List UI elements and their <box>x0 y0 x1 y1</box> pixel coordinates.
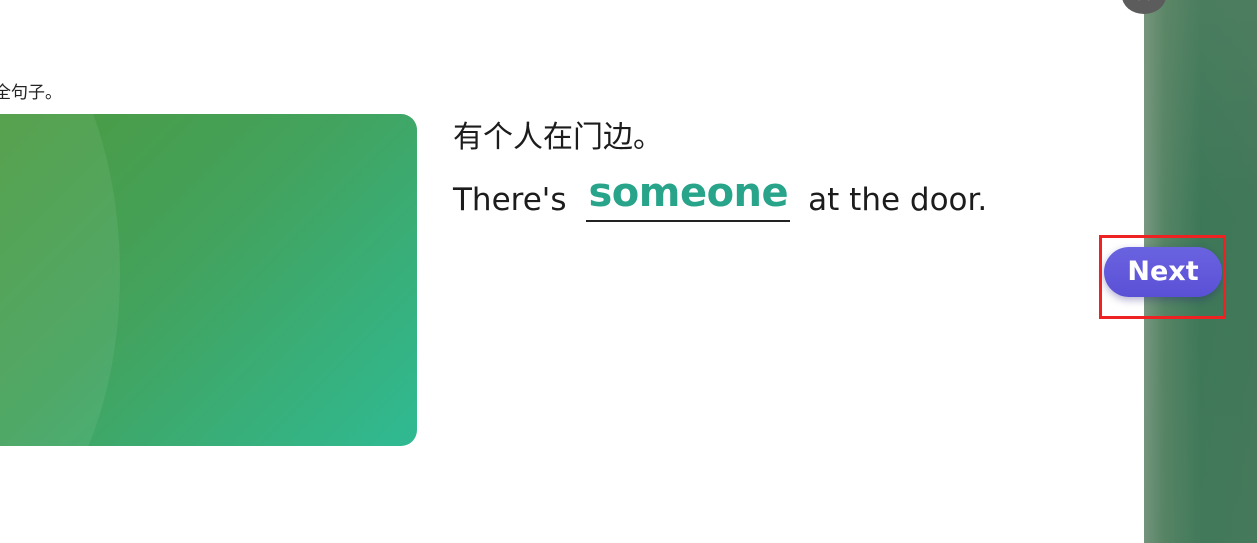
exercise-stage: 全句子。 有个人在门边。 There's someone at the door… <box>0 0 1257 543</box>
answer-blank[interactable]: someone <box>586 170 791 222</box>
next-button[interactable]: Next <box>1104 247 1222 297</box>
answer-word: someone <box>588 170 789 216</box>
chinese-sentence: 有个人在门边。 <box>453 120 663 155</box>
instruction-text: 全句子。 <box>0 83 62 103</box>
english-sentence: There's someone at the door. <box>453 158 987 222</box>
sentence-suffix: at the door. <box>808 182 988 218</box>
illustration-image <box>0 114 417 446</box>
illustration-decoration <box>0 114 120 446</box>
sentence-prefix: There's <box>453 182 567 218</box>
